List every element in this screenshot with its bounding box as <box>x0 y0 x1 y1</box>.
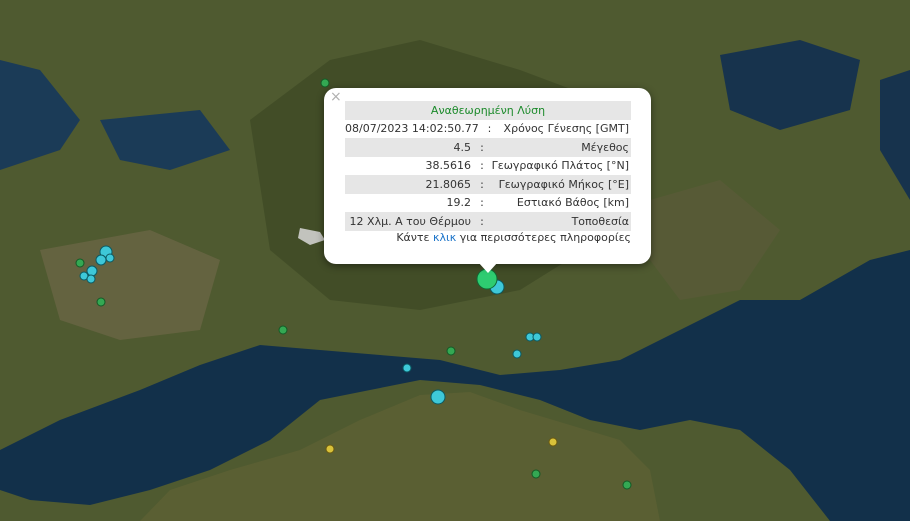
solution-status: Αναθεωρημένη Λύση <box>345 101 631 120</box>
event-marker-cyan[interactable] <box>402 363 412 373</box>
more-info-prefix: Κάντε <box>396 231 430 244</box>
event-marker-cyan[interactable] <box>86 265 98 277</box>
event-marker-green[interactable] <box>75 258 85 268</box>
close-icon[interactable]: × <box>330 89 342 105</box>
event-marker-yellow[interactable] <box>548 437 558 447</box>
event-marker-green[interactable] <box>96 297 106 307</box>
event-marker-cyan-large[interactable] <box>430 389 446 405</box>
location-value: 12 Χλμ. Α του Θέρμου <box>349 214 471 228</box>
depth-value: 19.2 <box>446 196 472 210</box>
table-row-magnitude: Μέγεθος : 4.5 <box>345 138 631 157</box>
event-info-popup: × Αναθεωρημένη Λύση Χρόνος Γένεσης [GMT]… <box>324 88 651 264</box>
row-separator: : <box>480 214 484 228</box>
table-row-longitude: Γεωγραφικό Μήκος [°E] : 21.8065 <box>345 175 631 194</box>
event-marker-green[interactable] <box>278 325 288 335</box>
event-marker-cyan[interactable] <box>86 274 96 284</box>
event-marker-green[interactable] <box>320 78 330 88</box>
row-separator: : <box>480 140 484 154</box>
latitude-value: 38.5616 <box>425 159 472 173</box>
table-row-origin-time: Χρόνος Γένεσης [GMT] : 08/07/2023 14:02:… <box>345 120 631 139</box>
depth-label: Εστιακό Βάθος [km] <box>516 196 629 210</box>
row-separator: : <box>480 177 484 191</box>
origin-time-label: Χρόνος Γένεσης [GMT] <box>503 122 629 136</box>
latitude-label: Γεωγραφικό Πλάτος [°N] <box>491 159 629 173</box>
event-marker-cyan[interactable] <box>105 253 115 263</box>
row-separator: : <box>480 159 484 173</box>
magnitude-label: Μέγεθος <box>581 140 629 154</box>
event-marker-cyan[interactable] <box>95 254 107 266</box>
more-info-text: Κάντε κλικ για περισσότερες πληροφορίες <box>345 231 631 244</box>
more-info-suffix: για περισσότερες πληροφορίες <box>459 231 631 244</box>
event-info-table: Αναθεωρημένη Λύση Χρόνος Γένεσης [GMT] :… <box>345 101 631 231</box>
more-info-link[interactable]: κλικ <box>433 231 456 244</box>
event-marker-green[interactable] <box>531 469 541 479</box>
popup-pointer <box>478 262 498 273</box>
longitude-value: 21.8065 <box>425 177 472 191</box>
table-row-latitude: Γεωγραφικό Πλάτος [°N] : 38.5616 <box>345 157 631 176</box>
row-separator: : <box>487 122 492 136</box>
location-label: Τοποθεσία <box>571 214 629 228</box>
event-marker-green[interactable] <box>622 480 632 490</box>
origin-time-value: 08/07/2023 14:02:50.77 <box>345 122 479 136</box>
magnitude-value: 4.5 <box>453 140 472 154</box>
event-marker-cyan[interactable] <box>512 349 522 359</box>
table-row-depth: Εστιακό Βάθος [km] : 19.2 <box>345 194 631 213</box>
event-marker-green[interactable] <box>446 346 456 356</box>
longitude-label: Γεωγραφικό Μήκος [°E] <box>498 177 629 191</box>
event-marker-cyan[interactable] <box>532 332 542 342</box>
row-separator: : <box>480 196 484 210</box>
table-row-location: Τοποθεσία : 12 Χλμ. Α του Θέρμου <box>345 212 631 231</box>
event-marker-yellow[interactable] <box>325 444 335 454</box>
